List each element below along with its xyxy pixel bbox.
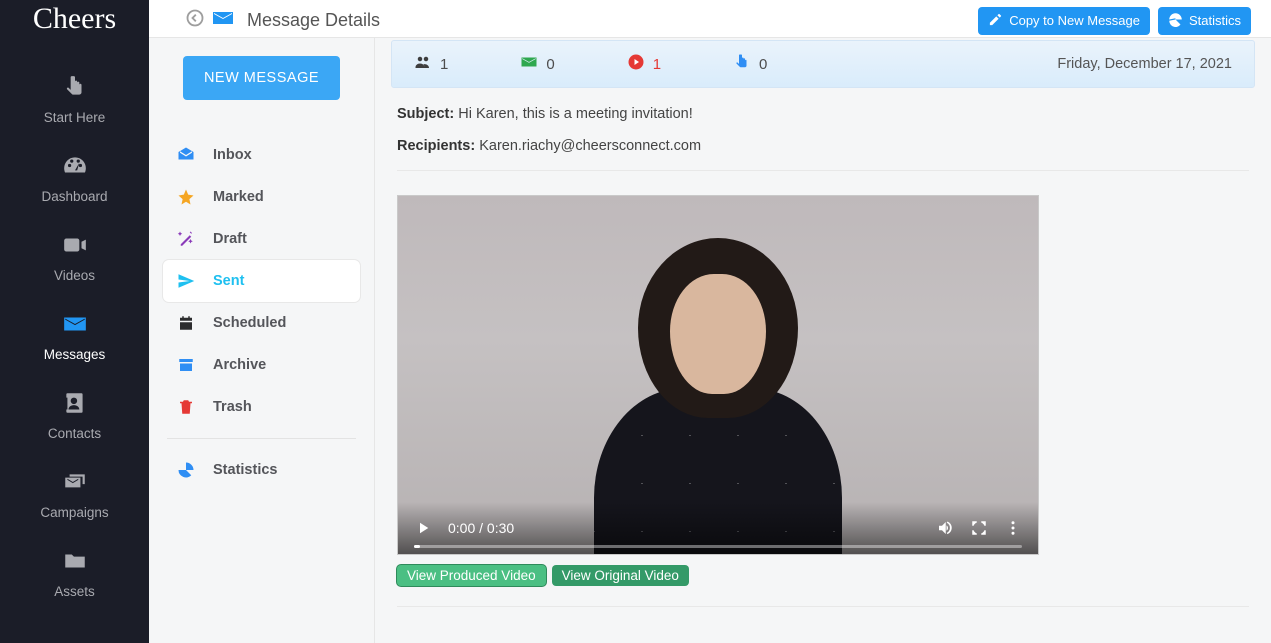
address-book-icon bbox=[62, 390, 88, 416]
recipients-text: Karen.riachy@cheersconnect.com bbox=[479, 138, 701, 154]
message-meta: Subject: Hi Karen, this is a meeting inv… bbox=[391, 88, 1255, 154]
new-message-button[interactable]: NEW MESSAGE bbox=[183, 56, 340, 100]
nav-label: Videos bbox=[54, 268, 95, 283]
video-icon bbox=[62, 232, 88, 258]
people-icon bbox=[414, 53, 432, 75]
nav-item-start-here[interactable]: Start Here bbox=[0, 60, 149, 139]
nav-item-assets[interactable]: Assets bbox=[0, 534, 149, 613]
folder-label: Archive bbox=[213, 357, 266, 373]
folder-statistics[interactable]: Statistics bbox=[163, 449, 360, 491]
star-icon bbox=[177, 188, 195, 206]
nav-item-videos[interactable]: Videos bbox=[0, 218, 149, 297]
envelope-icon bbox=[520, 53, 538, 75]
folder-sent[interactable]: Sent bbox=[163, 260, 360, 302]
pie-chart-icon bbox=[1168, 12, 1183, 30]
pie-chart-icon bbox=[177, 461, 195, 479]
folder-label: Inbox bbox=[213, 147, 252, 163]
play-button[interactable] bbox=[414, 519, 432, 537]
video-decorative bbox=[578, 238, 858, 538]
stat-value: 1 bbox=[440, 56, 448, 73]
nav-label: Messages bbox=[44, 347, 106, 362]
nav-item-campaigns[interactable]: Campaigns bbox=[0, 455, 149, 534]
nav-label: Dashboard bbox=[41, 189, 107, 204]
video-player[interactable]: 0:00 / 0:30 bbox=[397, 195, 1039, 555]
subject-label: Subject: bbox=[397, 106, 454, 122]
calendar-icon bbox=[177, 314, 195, 332]
folder-draft[interactable]: Draft bbox=[163, 218, 360, 260]
button-label: Copy to New Message bbox=[1009, 13, 1140, 28]
video-canvas: 0:00 / 0:30 bbox=[398, 196, 1038, 554]
view-produced-video-button[interactable]: View Produced Video bbox=[397, 565, 546, 586]
recipients-label: Recipients: bbox=[397, 138, 475, 154]
nav-label: Campaigns bbox=[40, 505, 108, 520]
pointer-icon bbox=[733, 53, 751, 75]
stat-value: 0 bbox=[546, 56, 554, 73]
folder-label: Scheduled bbox=[213, 315, 286, 331]
copy-to-new-message-button[interactable]: Copy to New Message bbox=[978, 7, 1150, 35]
archive-icon bbox=[177, 356, 195, 374]
divider bbox=[167, 438, 356, 439]
folder-scheduled[interactable]: Scheduled bbox=[163, 302, 360, 344]
mute-button[interactable] bbox=[936, 519, 954, 537]
folder-label: Statistics bbox=[213, 462, 277, 478]
divider bbox=[397, 606, 1249, 607]
nav-item-contacts[interactable]: Contacts bbox=[0, 376, 149, 455]
button-label: Statistics bbox=[1189, 13, 1241, 28]
back-icon[interactable] bbox=[185, 8, 205, 33]
play-circle-icon bbox=[627, 53, 645, 75]
envelope-icon bbox=[211, 6, 235, 35]
stat-value: 0 bbox=[759, 56, 767, 73]
envelopes-icon bbox=[62, 469, 88, 495]
subject-text: Hi Karen, this is a meeting invitation! bbox=[458, 106, 693, 122]
message-detail-pane: 1 0 1 bbox=[375, 38, 1271, 643]
folder-marked[interactable]: Marked bbox=[163, 176, 360, 218]
folder-inbox[interactable]: Inbox bbox=[163, 134, 360, 176]
fullscreen-button[interactable] bbox=[970, 519, 988, 537]
folder-column: NEW MESSAGE Inbox Marked bbox=[149, 38, 375, 643]
folder-icon bbox=[62, 548, 88, 574]
trash-icon bbox=[177, 398, 195, 416]
folder-label: Trash bbox=[213, 399, 252, 415]
stat-recipients: 1 bbox=[414, 53, 448, 75]
divider bbox=[397, 170, 1249, 171]
primary-sidebar: Cheers Start Here Dashboard Videos Messa… bbox=[0, 0, 149, 643]
top-bar: Message Details Copy to New Message Stat… bbox=[149, 0, 1271, 38]
folder-label: Marked bbox=[213, 189, 264, 205]
nav-label: Start Here bbox=[44, 110, 106, 125]
stat-value: 1 bbox=[653, 56, 661, 73]
statistics-button[interactable]: Statistics bbox=[1158, 7, 1251, 35]
video-progress-bar[interactable] bbox=[414, 545, 1022, 548]
message-stats-strip: 1 0 1 bbox=[391, 40, 1255, 88]
gauge-icon bbox=[62, 153, 88, 179]
stat-opens: 0 bbox=[520, 53, 554, 75]
edit-icon bbox=[988, 12, 1003, 30]
view-original-video-button[interactable]: View Original Video bbox=[552, 565, 689, 586]
inbox-icon bbox=[177, 146, 195, 164]
nav-item-dashboard[interactable]: Dashboard bbox=[0, 139, 149, 218]
nav-label: Assets bbox=[54, 584, 95, 599]
wand-icon bbox=[177, 230, 195, 248]
folder-label: Draft bbox=[213, 231, 247, 247]
paper-plane-icon bbox=[177, 272, 195, 290]
stat-plays: 1 bbox=[627, 53, 661, 75]
nav-label: Contacts bbox=[48, 426, 101, 441]
more-options-button[interactable] bbox=[1004, 519, 1022, 537]
brand-logo: Cheers bbox=[33, 0, 116, 60]
message-date: Friday, December 17, 2021 bbox=[1057, 56, 1232, 72]
page-title: Message Details bbox=[247, 10, 380, 31]
video-controls: 0:00 / 0:30 bbox=[398, 502, 1038, 554]
envelope-icon bbox=[62, 311, 88, 337]
stat-clicks: 0 bbox=[733, 53, 767, 75]
video-time-display: 0:00 / 0:30 bbox=[448, 520, 514, 536]
folder-archive[interactable]: Archive bbox=[163, 344, 360, 386]
folder-trash[interactable]: Trash bbox=[163, 386, 360, 428]
pointer-icon bbox=[62, 74, 88, 100]
main-area: Message Details Copy to New Message Stat… bbox=[149, 0, 1271, 643]
folder-label: Sent bbox=[213, 273, 244, 289]
nav-item-messages[interactable]: Messages bbox=[0, 297, 149, 376]
